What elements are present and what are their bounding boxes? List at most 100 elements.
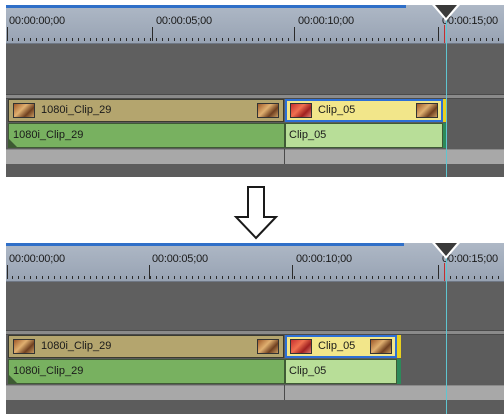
ruler-minor-tick <box>216 276 217 279</box>
ruler-minor-tick <box>294 276 295 279</box>
video-clip[interactable]: 1080i_Clip_29 <box>8 335 284 358</box>
ruler-minor-tick <box>246 276 247 279</box>
ruler-minor-tick <box>222 38 223 41</box>
ruler-minor-tick <box>450 38 451 41</box>
clip-thumbnail-end <box>257 103 279 118</box>
ruler-minor-tick <box>384 276 385 279</box>
ruler-minor-tick <box>198 38 199 41</box>
audio-clip[interactable]: Clip_05 <box>285 359 397 384</box>
clip-thumbnail-start <box>290 339 312 354</box>
ruler-minor-tick <box>48 38 49 41</box>
time-ruler[interactable]: 00:00:00;00 00:00:05;00 00:00:10;00 00:0… <box>6 5 504 44</box>
ruler-minor-tick <box>168 38 169 41</box>
ruler-minor-tick <box>306 276 307 279</box>
ruler-minor-tick <box>360 38 361 41</box>
ruler-minor-tick <box>396 38 397 41</box>
clip-boundary <box>284 149 285 164</box>
empty-track[interactable] <box>6 44 504 95</box>
audio-clip[interactable]: 1080i_Clip_29 <box>8 123 285 148</box>
ruler-minor-tick <box>318 276 319 279</box>
ruler-minor-tick <box>102 276 103 279</box>
ruler-minor-tick <box>30 38 31 41</box>
ruler-minor-tick <box>192 38 193 41</box>
clip-thumbnail-start <box>290 103 312 118</box>
ruler-minor-tick <box>216 38 217 41</box>
clip-label: Clip_05 <box>289 365 327 377</box>
ruler-minor-tick <box>12 38 13 41</box>
timecode-label: 00:00:00;00 <box>9 15 65 27</box>
ruler-minor-tick <box>138 38 139 41</box>
ruler-minor-tick <box>240 38 241 41</box>
ruler-minor-tick <box>174 276 175 279</box>
clip-out-marker <box>397 359 401 384</box>
ruler-minor-tick <box>450 276 451 279</box>
cursor-handle-inner <box>435 243 457 256</box>
ruler-minor-tick <box>114 276 115 279</box>
ruler-minor-tick <box>408 38 409 41</box>
ruler-minor-tick <box>210 38 211 41</box>
ruler-minor-tick <box>486 276 487 279</box>
ruler-minor-tick <box>378 38 379 41</box>
ruler-minor-tick <box>474 276 475 279</box>
ruler-minor-tick <box>168 276 169 279</box>
video-clip[interactable]: 1080i_Clip_29 <box>8 99 284 122</box>
ruler-minor-tick <box>396 276 397 279</box>
ruler-minor-tick <box>498 38 499 41</box>
audio-clip[interactable]: 1080i_Clip_29 <box>8 359 285 384</box>
empty-track[interactable] <box>6 282 504 331</box>
ruler-minor-tick <box>402 38 403 41</box>
timeline-cursor[interactable] <box>446 19 447 177</box>
ruler-minor-tick <box>468 276 469 279</box>
ruler-minor-tick <box>306 38 307 41</box>
ruler-minor-tick <box>342 276 343 279</box>
ruler-minor-tick <box>84 276 85 279</box>
ruler-minor-tick <box>372 276 373 279</box>
ruler-minor-tick <box>354 38 355 41</box>
ruler-minor-tick <box>414 276 415 279</box>
ruler-minor-tick <box>366 276 367 279</box>
ruler-minor-tick <box>282 38 283 41</box>
ruler-minor-tick <box>276 38 277 41</box>
audio-clip[interactable]: Clip_05 <box>285 123 443 148</box>
ruler-minor-tick <box>366 38 367 41</box>
ruler-minor-tick <box>54 38 55 41</box>
video-clip-selected[interactable]: Clip_05 <box>285 335 397 358</box>
ruler-minor-tick <box>252 38 253 41</box>
ruler-minor-tick <box>18 38 19 41</box>
clip-label: 1080i_Clip_29 <box>41 340 112 352</box>
ruler-minor-tick <box>72 38 73 41</box>
ruler-minor-tick <box>24 38 25 41</box>
down-arrow-icon <box>233 186 279 240</box>
ruler-minor-tick <box>180 276 181 279</box>
ruler-tick <box>7 265 8 279</box>
ruler-minor-tick <box>492 276 493 279</box>
ruler-minor-tick <box>192 276 193 279</box>
timeline-cursor[interactable] <box>446 257 447 414</box>
ruler-minor-tick <box>48 276 49 279</box>
ruler-minor-tick <box>480 276 481 279</box>
ruler-minor-tick <box>60 276 61 279</box>
ruler-minor-tick <box>468 38 469 41</box>
ruler-minor-tick <box>90 38 91 41</box>
ruler-minor-tick <box>66 38 67 41</box>
ruler-minor-tick <box>384 38 385 41</box>
ruler-minor-tick <box>462 276 463 279</box>
time-ruler[interactable]: 00:00:00;00 00:00:05;00 00:00:10;00 00:0… <box>6 243 504 282</box>
video-clip-selected[interactable]: Clip_05 <box>285 99 443 122</box>
ruler-minor-tick <box>132 276 133 279</box>
ruler-minor-tick <box>420 38 421 41</box>
ruler-minor-tick <box>348 276 349 279</box>
ruler-minor-tick <box>426 38 427 41</box>
ruler-minor-tick <box>264 38 265 41</box>
clip-thumbnail-end <box>416 103 438 118</box>
ruler-minor-tick <box>342 38 343 41</box>
ruler-minor-tick <box>288 276 289 279</box>
ruler-minor-tick <box>426 276 427 279</box>
timecode-label: 00:00:10;00 <box>298 15 354 27</box>
ruler-minor-tick <box>144 276 145 279</box>
timeline-before: 00:00:00;00 00:00:05;00 00:00:10;00 00:0… <box>6 5 504 177</box>
ruler-minor-tick <box>300 38 301 41</box>
ruler-minor-tick <box>408 276 409 279</box>
ruler-tick <box>7 27 8 41</box>
ruler-minor-tick <box>432 276 433 279</box>
